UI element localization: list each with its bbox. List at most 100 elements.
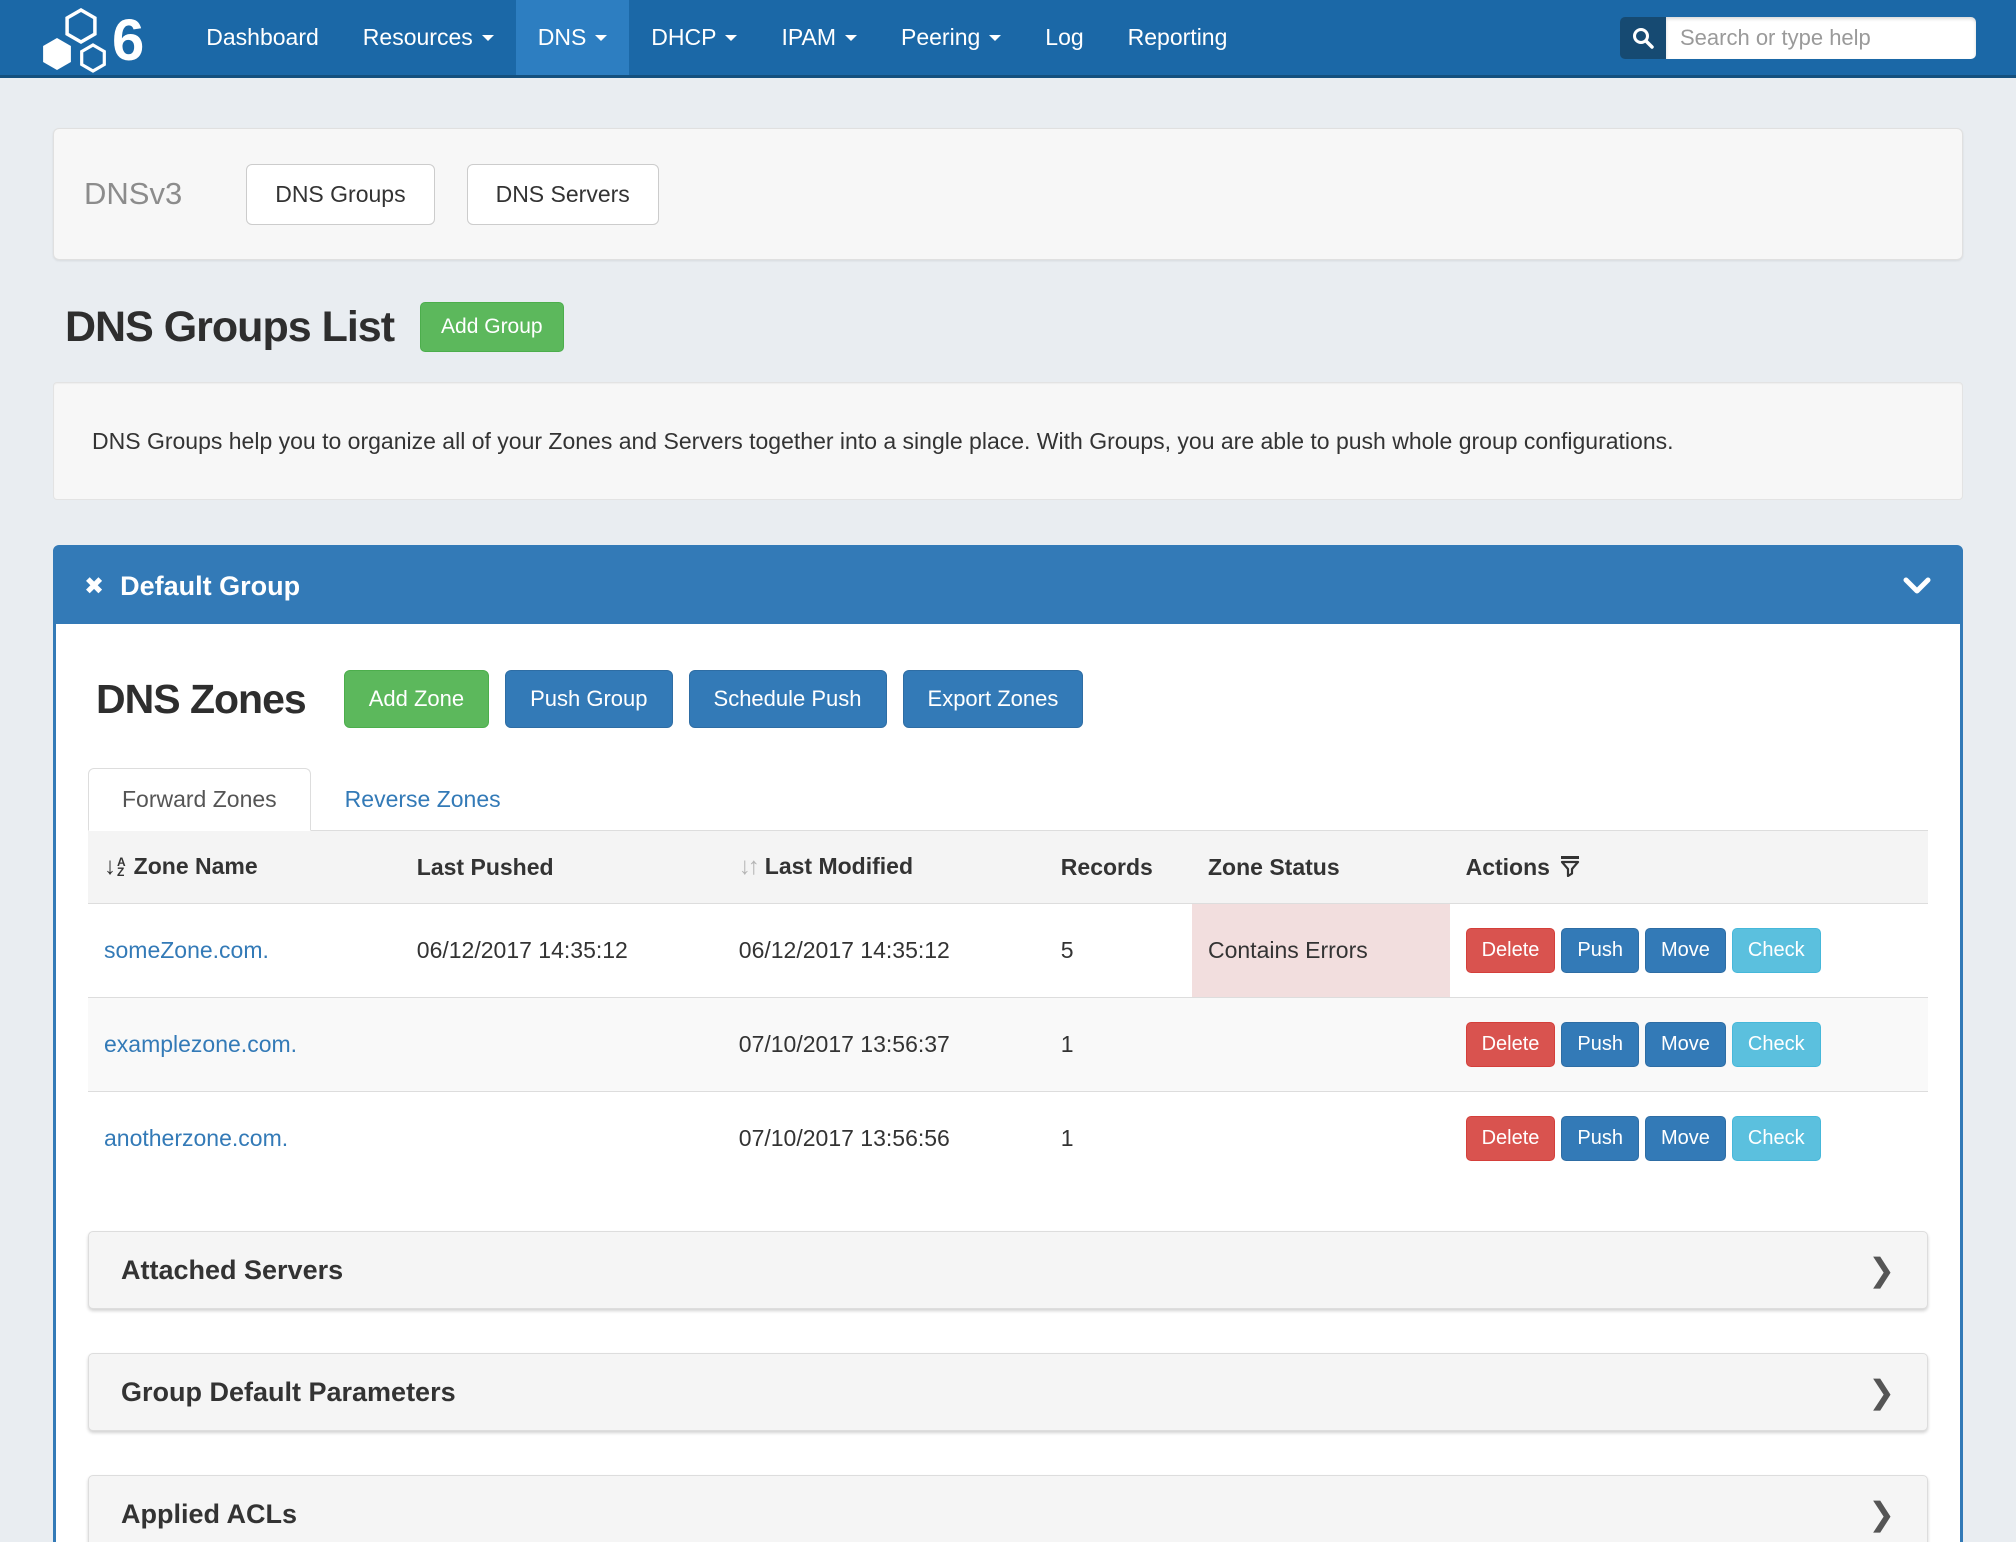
accordion-title: Attached Servers xyxy=(121,1255,343,1286)
default-group-header[interactable]: ✖ Default Group xyxy=(56,548,1960,624)
move-button[interactable]: Move xyxy=(1645,1116,1726,1161)
last-modified-cell: 07/10/2017 13:56:37 xyxy=(723,998,1045,1092)
accordion-attached-servers[interactable]: Attached Servers❯ xyxy=(88,1231,1928,1309)
move-button[interactable]: Move xyxy=(1645,1022,1726,1067)
nav-item-log[interactable]: Log xyxy=(1023,0,1105,75)
search-input[interactable] xyxy=(1666,17,1976,59)
dnsv3-card: DNSv3 DNS Groups DNS Servers xyxy=(53,128,1963,260)
chevron-down-icon[interactable] xyxy=(1902,576,1932,596)
table-row: anotherzone.com. 07/10/2017 13:56:561 Dele… xyxy=(88,1092,1928,1186)
nav-item-ipam[interactable]: IPAM xyxy=(759,0,879,75)
sort-alpha-icon[interactable]: ↓AZ xyxy=(104,853,126,881)
nav-item-dashboard[interactable]: Dashboard xyxy=(184,0,341,75)
magnifier-icon xyxy=(1631,26,1655,50)
caret-down-icon xyxy=(725,35,737,41)
accordion-group-default-parameters[interactable]: Group Default Parameters❯ xyxy=(88,1353,1928,1431)
last-pushed-cell: 06/12/2017 14:35:12 xyxy=(401,904,723,998)
close-icon[interactable]: ✖ xyxy=(84,572,104,601)
actions-cell: DeletePushMoveCheck xyxy=(1450,1092,1928,1186)
zone-link[interactable]: examplezone.com. xyxy=(104,1031,297,1057)
check-button[interactable]: Check xyxy=(1732,1116,1821,1161)
move-button[interactable]: Move xyxy=(1645,928,1726,973)
row-actions: DeletePushMoveCheck xyxy=(1466,1116,1912,1161)
zones-table-header-row: ↓AZZone NameLast Pushed↓↑Last ModifiedRe… xyxy=(88,831,1928,904)
nav-item-dns[interactable]: DNS xyxy=(516,0,630,75)
zone-status-cell xyxy=(1192,998,1450,1092)
dnsv3-title: DNSv3 xyxy=(84,176,182,212)
caret-down-icon xyxy=(989,35,1001,41)
nav-item-label: DHCP xyxy=(651,24,716,51)
last-pushed-cell xyxy=(401,1092,723,1186)
schedule-push-button[interactable]: Schedule Push xyxy=(689,670,887,728)
nav-item-resources[interactable]: Resources xyxy=(341,0,516,75)
column-header-last-pushed: Last Pushed xyxy=(401,831,723,904)
group-accordions: Attached Servers❯Group Default Parameter… xyxy=(88,1231,1928,1542)
hexagon-logo-icon xyxy=(40,8,118,74)
nav-item-label: DNS xyxy=(538,24,587,51)
check-button[interactable]: Check xyxy=(1732,1022,1821,1067)
nav-item-dhcp[interactable]: DHCP xyxy=(629,0,759,75)
add-group-button[interactable]: Add Group xyxy=(420,302,564,352)
zones-table: ↓AZZone NameLast Pushed↓↑Last ModifiedRe… xyxy=(88,831,1928,1185)
chevron-right-icon: ❯ xyxy=(1868,1373,1895,1411)
delete-button[interactable]: Delete xyxy=(1466,928,1556,973)
nav-item-label: Dashboard xyxy=(206,24,319,51)
tab-reverse-zones[interactable]: Reverse Zones xyxy=(311,768,535,831)
add-zone-button[interactable]: Add Zone xyxy=(344,670,489,728)
actions-cell: DeletePushMoveCheck xyxy=(1450,904,1928,998)
page-heading: DNS Groups List Add Group xyxy=(65,302,1963,352)
column-header-zone-name: ↓AZ Zone Name xyxy=(88,831,401,904)
push-group-button[interactable]: Push Group xyxy=(505,670,672,728)
filter-icon[interactable] xyxy=(1560,855,1580,877)
dns-groups-button[interactable]: DNS Groups xyxy=(246,164,434,225)
export-zones-button[interactable]: Export Zones xyxy=(903,670,1084,728)
main-nav: Dashboard Resources DNS DHCP IPAM Peering Log R… xyxy=(184,0,1249,75)
column-header-actions: Actions xyxy=(1450,831,1928,904)
nav-item-peering[interactable]: Peering xyxy=(879,0,1023,75)
dnsv3-buttons: DNS Groups DNS Servers xyxy=(246,164,659,225)
table-row: examplezone.com. 07/10/2017 13:56:371 Dele… xyxy=(88,998,1928,1092)
column-label: Zone Name xyxy=(134,853,258,879)
records-cell: 1 xyxy=(1045,998,1192,1092)
default-group-body: DNS Zones Add Zone Push Group Schedule Pus… xyxy=(56,624,1960,1542)
zones-action-buttons: Add Zone Push Group Schedule Push Export Zo… xyxy=(328,670,1084,728)
records-cell: 1 xyxy=(1045,1092,1192,1186)
push-button[interactable]: Push xyxy=(1561,928,1639,973)
column-label: Last Pushed xyxy=(417,854,554,880)
tab-forward-zones[interactable]: Forward Zones xyxy=(88,768,311,831)
app-logo[interactable]: 6 xyxy=(40,6,142,75)
search-group xyxy=(1620,17,1976,59)
last-modified-cell: 07/10/2017 13:56:56 xyxy=(723,1092,1045,1186)
sort-icon[interactable]: ↓↑ xyxy=(739,853,757,880)
push-button[interactable]: Push xyxy=(1561,1116,1639,1161)
accordion-applied-acls[interactable]: Applied ACLs❯ xyxy=(88,1475,1928,1542)
zone-tabs: Forward ZonesReverse Zones xyxy=(88,768,1928,831)
top-navbar: 6 Dashboard Resources DNS DHCP IPAM Peering Lo… xyxy=(0,0,2016,78)
delete-button[interactable]: Delete xyxy=(1466,1022,1556,1067)
nav-item-label: Log xyxy=(1045,24,1083,51)
dns-servers-button[interactable]: DNS Servers xyxy=(467,164,659,225)
column-header-zone-status: Zone Status xyxy=(1192,831,1450,904)
page-description: DNS Groups help you to organize all of y… xyxy=(53,382,1963,500)
zone-name-cell: anotherzone.com. xyxy=(88,1092,401,1186)
zone-name-cell: someZone.com. xyxy=(88,904,401,998)
chevron-right-icon: ❯ xyxy=(1868,1495,1895,1533)
column-header-last-modified: ↓↑Last Modified xyxy=(723,831,1045,904)
page-content: DNSv3 DNS Groups DNS Servers DNS Groups L… xyxy=(0,78,2016,1542)
nav-item-label: Peering xyxy=(901,24,980,51)
delete-button[interactable]: Delete xyxy=(1466,1116,1556,1161)
zone-link[interactable]: anotherzone.com. xyxy=(104,1125,288,1151)
nav-item-label: Reporting xyxy=(1128,24,1228,51)
nav-item-reporting[interactable]: Reporting xyxy=(1106,0,1250,75)
zones-header: DNS Zones Add Zone Push Group Schedule Pus… xyxy=(96,670,1928,728)
column-label: Actions xyxy=(1466,854,1550,880)
column-label: Zone Status xyxy=(1208,854,1340,880)
search-icon[interactable] xyxy=(1620,17,1666,59)
zone-status-cell: Contains Errors xyxy=(1192,904,1450,998)
table-row: someZone.com.06/12/2017 14:35:1206/12/20… xyxy=(88,904,1928,998)
dns-zones-title: DNS Zones xyxy=(96,676,306,723)
zone-name-cell: examplezone.com. xyxy=(88,998,401,1092)
check-button[interactable]: Check xyxy=(1732,928,1821,973)
zone-link[interactable]: someZone.com. xyxy=(104,937,269,963)
push-button[interactable]: Push xyxy=(1561,1022,1639,1067)
